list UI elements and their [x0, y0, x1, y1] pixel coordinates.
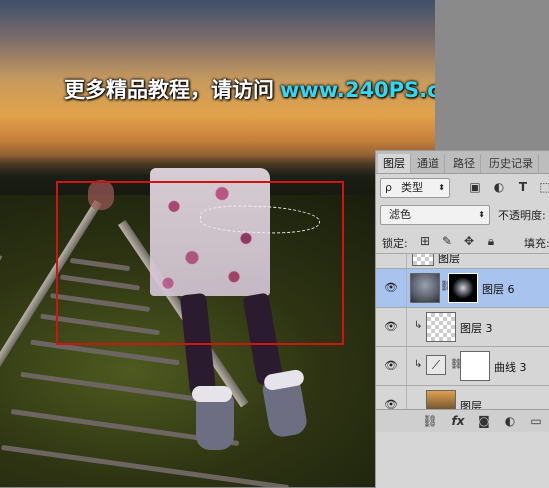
link-icon[interactable]: ⛓︎: [422, 413, 438, 429]
headline-text: 更多精品教程，请访问: [64, 78, 274, 102]
layer-row[interactable]: 👁︎ ↳ ⟋ ⛓︎ 曲线 3: [376, 347, 549, 386]
layer-name: 图层 6: [482, 283, 515, 296]
visibility-column[interactable]: 👁︎: [376, 269, 407, 307]
layer-list: 图层 👁︎ ⛓︎ 图层 6 👁︎ ↳ 图层 3 👁︎ ↳ ⟋ ⛓︎ 曲线 3 👁…: [376, 254, 549, 468]
lock-move-icon[interactable]: ✥: [462, 234, 476, 248]
layer-name: 图层: [438, 254, 460, 265]
search-icon: ρ: [385, 181, 392, 194]
adjustment-filter-icon[interactable]: ◐: [492, 180, 506, 194]
left-boot-fur: [192, 386, 232, 402]
layer-row-selected[interactable]: 👁︎ ⛓︎ 图层 6: [376, 269, 549, 308]
curves-adjustment-icon: ⟋: [426, 355, 446, 375]
eye-icon[interactable]: 👁︎: [384, 359, 398, 372]
watermark-headline: 更多精品教程，请访问www.240PS.com: [64, 74, 435, 104]
layer-row[interactable]: 图层: [376, 254, 549, 269]
tab-channels[interactable]: 通道: [412, 154, 445, 173]
layer-kind-select[interactable]: ρ 类型 ⬍: [380, 178, 450, 198]
tab-layers[interactable]: 图层: [378, 154, 411, 173]
layer-thumbnail: [412, 254, 434, 266]
visibility-column[interactable]: 👁︎: [376, 308, 407, 346]
lock-label: 锁定:: [382, 237, 408, 250]
layers-panel: 图层 通道 路径 历史记录 ρ 类型 ⬍ ▣ ◐ T ⬚ 滤色 ⬍ 不透明度: …: [375, 150, 549, 488]
layer-thumbnail: [426, 312, 456, 342]
opacity-label: 不透明度:: [498, 209, 546, 222]
lock-transparent-icon[interactable]: ⊞: [418, 234, 432, 248]
chevron-updown-icon: ⬍: [478, 210, 485, 219]
visibility-column[interactable]: [376, 254, 407, 268]
filter-row: ρ 类型 ⬍ ▣ ◐ T ⬚: [376, 175, 549, 201]
mask-thumbnail[interactable]: [448, 273, 478, 303]
tab-history[interactable]: 历史记录: [484, 154, 539, 173]
pixel-filter-icon[interactable]: ▣: [468, 180, 482, 194]
panel-tabs: 图层 通道 路径 历史记录: [376, 151, 549, 174]
lock-row: 锁定: ⊞ ✎ ✥ 🔒︎ 填充:: [376, 231, 549, 254]
layer-name: 曲线 3: [494, 361, 527, 374]
shape-filter-icon[interactable]: ⬚: [538, 180, 549, 194]
fill-label: 填充:: [524, 237, 549, 250]
fx-icon[interactable]: fx: [450, 413, 466, 429]
tab-paths[interactable]: 路径: [448, 154, 481, 173]
eye-icon[interactable]: 👁︎: [384, 281, 398, 294]
layer-name: 图层 3: [460, 322, 493, 335]
blend-mode-select[interactable]: 滤色 ⬍: [380, 205, 490, 225]
blend-mode-label: 滤色: [389, 208, 411, 221]
folder-icon[interactable]: ▭: [528, 413, 544, 429]
document-canvas[interactable]: 更多精品教程，请访问www.240PS.com: [0, 0, 435, 487]
adjustment-icon[interactable]: ◐: [502, 413, 518, 429]
visibility-column[interactable]: 👁︎: [376, 347, 407, 385]
type-filter-icon[interactable]: T: [516, 180, 530, 194]
clipping-arrow-icon: ↳: [414, 320, 423, 331]
lock-brush-icon[interactable]: ✎: [440, 234, 454, 248]
mask-thumbnail[interactable]: [460, 351, 490, 381]
kind-label: 类型: [401, 181, 423, 194]
headline-url: www.240PS.com: [280, 78, 435, 102]
blend-row: 滤色 ⬍ 不透明度:: [376, 203, 549, 227]
chevron-updown-icon: ⬍: [438, 183, 445, 192]
add-mask-icon[interactable]: ◙: [476, 413, 492, 429]
layer-row[interactable]: 👁︎ ↳ 图层 3: [376, 308, 549, 347]
eye-icon[interactable]: 👁︎: [384, 320, 398, 333]
highlight-rectangle: [56, 181, 344, 345]
lock-all-icon[interactable]: 🔒︎: [484, 234, 498, 248]
layer-thumbnail: [410, 273, 440, 303]
clipping-arrow-icon: ↳: [414, 359, 423, 370]
panel-footer: ⛓︎ fx ◙ ◐ ▭: [376, 409, 549, 432]
